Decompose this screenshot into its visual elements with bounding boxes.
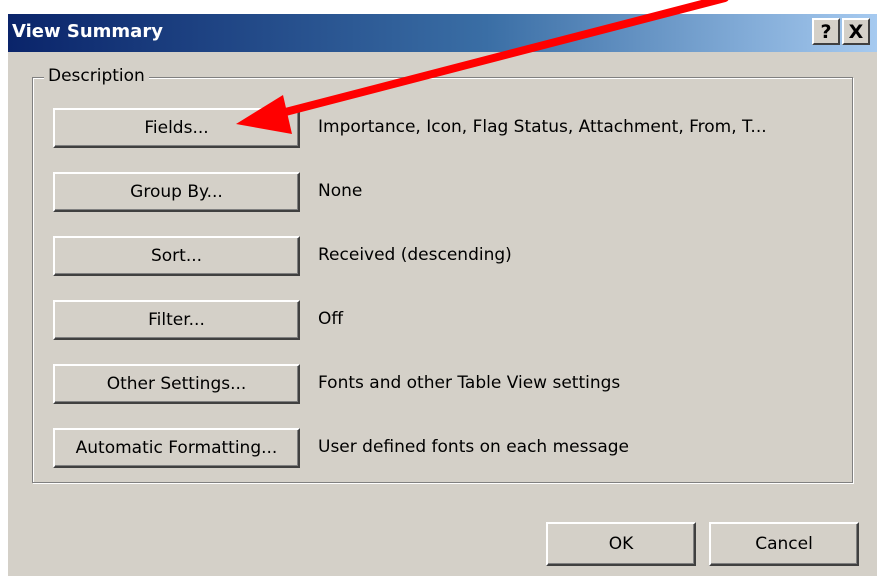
annotation-arrow-icon bbox=[236, 0, 729, 134]
